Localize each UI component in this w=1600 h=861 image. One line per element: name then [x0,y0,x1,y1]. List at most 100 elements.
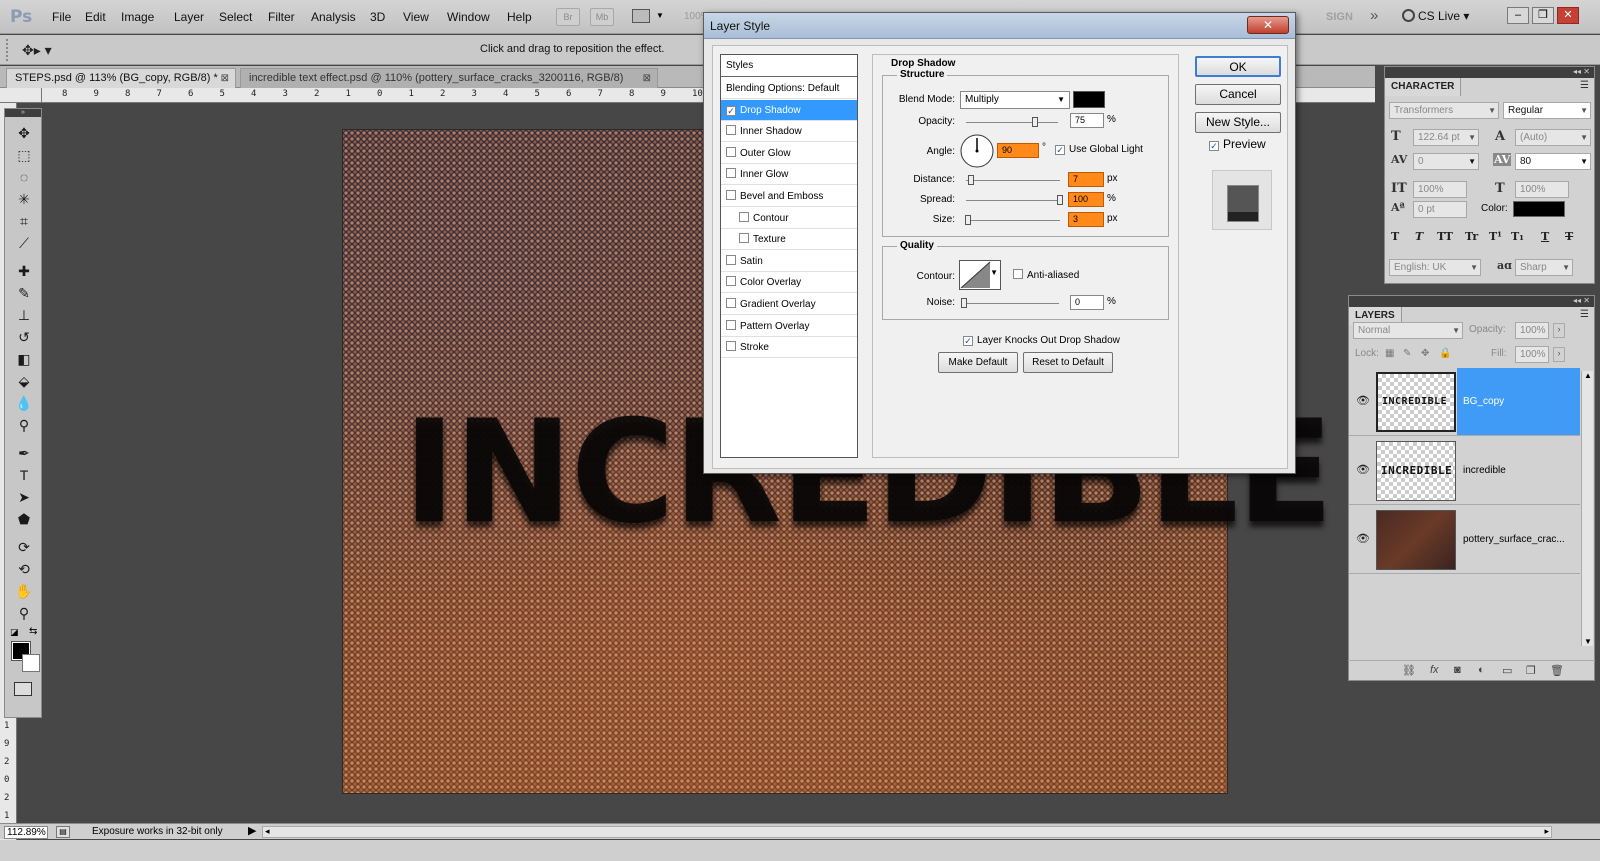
menu-filter[interactable]: Filter [268,10,295,24]
size-field[interactable]: 3 [1068,212,1104,227]
checkbox-icon[interactable] [726,341,736,352]
cancel-button[interactable]: Cancel [1195,84,1281,105]
marquee-tool-icon[interactable]: ⬚ [12,145,36,165]
quick-mask-icon[interactable] [14,682,32,696]
underline-button[interactable]: T [1541,230,1549,243]
history-brush-tool-icon[interactable]: ↺ [12,327,36,347]
fill-slider-arrow-icon[interactable]: › [1553,347,1565,362]
angle-dial[interactable] [959,133,995,169]
style-item[interactable]: Contour [721,208,857,229]
checkbox-icon[interactable] [726,190,736,200]
link-layers-icon[interactable]: ⛓ [1402,664,1416,677]
use-global-light-checkbox[interactable]: ✓ Use Global Light [1055,144,1143,155]
background-color-swatch[interactable] [22,654,40,672]
crop-tool-icon[interactable]: ⌗ [12,211,36,231]
font-style-select[interactable]: Regular ▼ [1503,102,1591,119]
menu-layer[interactable]: Layer [174,10,204,24]
font-size-field[interactable]: 122.64 pt ▼ [1413,129,1479,146]
blur-tool-icon[interactable]: 💧 [12,393,36,413]
horizontal-scrollbar[interactable]: ◂ ▸ [262,826,1552,838]
menu-3d[interactable]: 3D [370,10,385,24]
font-family-select[interactable]: Transformers ▼ [1389,102,1499,119]
brush-tool-icon[interactable]: ✎ [12,283,36,303]
lock-pixels-icon[interactable]: ✎ [1403,348,1411,359]
status-info-icon[interactable]: ▤ [56,826,70,838]
clone-stamp-tool-icon[interactable]: ⊥ [12,305,36,325]
faux-italic-button[interactable]: T [1415,230,1423,243]
layer-name-cell[interactable]: BG_copy [1457,368,1580,435]
eye-icon[interactable]: 👁 [1356,532,1370,545]
style-item[interactable]: Blending Options: Default [721,78,857,99]
menu-image[interactable]: Image [121,10,154,24]
slider-thumb[interactable] [965,215,972,225]
eye-icon[interactable]: 👁 [1356,394,1370,407]
text-color-swatch[interactable] [1513,201,1565,217]
spread-field[interactable]: 100 [1068,192,1104,207]
distance-field[interactable]: 7 [1068,172,1104,187]
shadow-color-swatch[interactable] [1073,91,1105,108]
style-item[interactable]: Outer Glow [721,143,857,164]
zoom-tool-icon[interactable]: ⚲ [12,603,36,623]
restore-button[interactable]: ❒ [1532,7,1554,24]
menu-edit[interactable]: Edit [85,10,106,24]
styles-header[interactable]: Styles [721,55,857,77]
lock-position-icon[interactable]: ✥ [1421,348,1429,359]
layers-scrollbar[interactable]: ▲ ▼ [1581,371,1593,646]
chevron-down-icon[interactable]: ▼ [656,11,664,20]
language-select[interactable]: English: UK ▼ [1389,259,1481,276]
antialias-select[interactable]: Sharp ▼ [1515,259,1573,276]
leading-field[interactable]: (Auto) ▼ [1515,129,1591,146]
opacity-slider[interactable] [966,117,1058,127]
reset-to-default-button[interactable]: Reset to Default [1023,352,1113,373]
slider-thumb[interactable] [1032,117,1038,127]
default-colors-icon[interactable]: ◪ [10,627,19,638]
eyedropper-tool-icon[interactable]: ⟋ [12,233,36,253]
menu-view[interactable]: View [403,10,429,24]
new-group-icon[interactable]: ▭ [1502,664,1512,677]
paint-bucket-tool-icon[interactable]: ⬙ [12,371,36,391]
layer-row-incredible[interactable]: 👁 INCREDIBLE incredible [1349,437,1580,505]
healing-brush-tool-icon[interactable]: ✚ [12,261,36,281]
menu-file[interactable]: File [52,10,71,24]
grip-handle[interactable] [6,39,9,61]
slider-thumb[interactable] [1057,195,1063,205]
style-item[interactable]: Satin [721,251,857,272]
style-item[interactable]: Gradient Overlay [721,294,857,315]
checkbox-icon[interactable] [739,211,749,222]
blend-mode-select[interactable]: Multiply ▼ [960,91,1070,109]
menu-analysis[interactable]: Analysis [311,10,356,24]
3d-rotate-tool-icon[interactable]: ⟳ [12,537,36,557]
panel-collapse-icon[interactable]: ◂◂ ✕ [1349,296,1594,307]
type-tool-icon[interactable]: T [12,465,36,485]
preview-checkbox[interactable]: ✓ Preview [1209,137,1266,151]
toolbox-collapse-icon[interactable]: » [5,109,41,117]
panel-collapse-icon[interactable]: ◂◂ ✕ [1385,67,1594,78]
pen-tool-icon[interactable]: ✒ [12,443,36,463]
scroll-right-icon[interactable]: ▸ [1544,826,1549,837]
swap-colors-icon[interactable]: ⇆ [29,626,37,637]
delete-layer-icon[interactable]: 🗑 [1550,664,1564,677]
add-style-icon[interactable]: fx [1430,664,1439,676]
noise-slider[interactable] [960,298,1059,308]
eraser-tool-icon[interactable]: ◧ [12,349,36,369]
slider-thumb[interactable] [967,175,974,185]
style-item[interactable]: ✓ Drop Shadow [721,99,857,121]
horizontal-scale-field[interactable]: 100% [1515,181,1569,198]
layer-opacity-field[interactable]: 100% [1515,322,1549,339]
tab-character[interactable]: CHARACTER [1385,78,1462,96]
cs-live-menu[interactable]: CS Live ▾ [1418,9,1469,23]
faux-bold-button[interactable]: T [1391,230,1399,243]
lock-all-icon[interactable]: 🔒 [1439,348,1451,359]
magic-wand-tool-icon[interactable]: ✳ [12,189,36,209]
mini-bridge-button[interactable]: Mb [590,8,614,26]
screen-mode-icon[interactable] [632,9,650,23]
baseline-shift-field[interactable]: 0 pt [1413,201,1467,218]
shape-tool-icon[interactable]: ⬟ [12,509,36,529]
status-zoom-field[interactable]: 112.89% [4,826,48,839]
slider-thumb[interactable] [960,298,967,308]
noise-field[interactable]: 0 [1070,295,1104,310]
lock-transparency-icon[interactable]: ▦ [1385,348,1394,359]
checkbox-icon[interactable] [726,254,736,265]
strikethrough-button[interactable]: T [1565,230,1573,243]
close-icon[interactable]: ⊠ [643,69,651,88]
